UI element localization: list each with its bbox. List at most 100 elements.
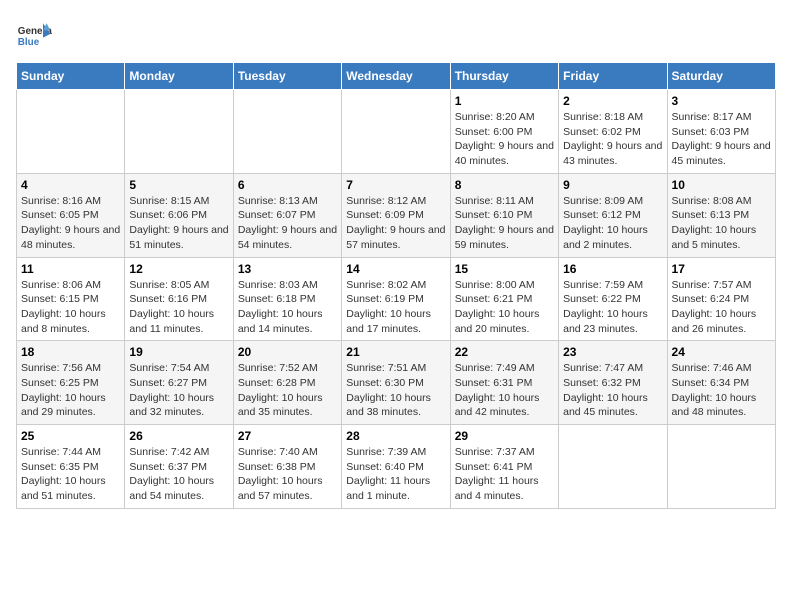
calendar-cell: 25 Sunrise: 7:44 AM Sunset: 6:35 PM Dayli… <box>17 425 125 509</box>
day-info: Sunrise: 7:57 AM Sunset: 6:24 PM Dayligh… <box>672 278 771 337</box>
day-info: Sunrise: 8:05 AM Sunset: 6:16 PM Dayligh… <box>129 278 228 337</box>
day-number: 19 <box>129 345 228 359</box>
calendar-cell: 18 Sunrise: 7:56 AM Sunset: 6:25 PM Dayli… <box>17 341 125 425</box>
day-of-week-wednesday: Wednesday <box>342 63 450 90</box>
day-info: Sunrise: 7:59 AM Sunset: 6:22 PM Dayligh… <box>563 278 662 337</box>
day-info: Sunrise: 8:09 AM Sunset: 6:12 PM Dayligh… <box>563 194 662 253</box>
day-number: 20 <box>238 345 337 359</box>
calendar-cell: 16 Sunrise: 7:59 AM Sunset: 6:22 PM Dayli… <box>559 257 667 341</box>
day-number: 16 <box>563 262 662 276</box>
day-number: 28 <box>346 429 445 443</box>
calendar-cell: 7Sunrise: 8:12 AM Sunset: 6:09 PM Daylig… <box>342 173 450 257</box>
calendar-cell: 26 Sunrise: 7:42 AM Sunset: 6:37 PM Dayli… <box>125 425 233 509</box>
day-number: 18 <box>21 345 120 359</box>
calendar-cell <box>17 90 125 174</box>
calendar-cell: 12 Sunrise: 8:05 AM Sunset: 6:16 PM Dayli… <box>125 257 233 341</box>
day-number: 22 <box>455 345 554 359</box>
day-info: Sunrise: 8:17 AM Sunset: 6:03 PM Dayligh… <box>672 110 771 169</box>
day-info: Sunrise: 8:08 AM Sunset: 6:13 PM Dayligh… <box>672 194 771 253</box>
day-info: Sunrise: 7:39 AM Sunset: 6:40 PM Dayligh… <box>346 445 445 504</box>
calendar-cell: 1 Sunrise: 8:20 AM Sunset: 6:00 PM Daylig… <box>450 90 558 174</box>
calendar-cell: 20 Sunrise: 7:52 AM Sunset: 6:28 PM Dayli… <box>233 341 341 425</box>
day-info: Sunrise: 7:37 AM Sunset: 6:41 PM Dayligh… <box>455 445 554 504</box>
calendar-cell: 17 Sunrise: 7:57 AM Sunset: 6:24 PM Dayli… <box>667 257 775 341</box>
day-number: 2 <box>563 94 662 108</box>
calendar-cell <box>233 90 341 174</box>
calendar-cell <box>559 425 667 509</box>
day-info: Sunrise: 7:49 AM Sunset: 6:31 PM Dayligh… <box>455 361 554 420</box>
day-of-week-sunday: Sunday <box>17 63 125 90</box>
calendar-table: SundayMondayTuesdayWednesdayThursdayFrid… <box>16 62 776 509</box>
calendar-header-row: SundayMondayTuesdayWednesdayThursdayFrid… <box>17 63 776 90</box>
day-number: 15 <box>455 262 554 276</box>
day-info: Sunrise: 8:02 AM Sunset: 6:19 PM Dayligh… <box>346 278 445 337</box>
calendar-cell: 24Sunrise: 7:46 AM Sunset: 6:34 PM Dayli… <box>667 341 775 425</box>
day-number: 10 <box>672 178 771 192</box>
day-number: 7 <box>346 178 445 192</box>
day-of-week-tuesday: Tuesday <box>233 63 341 90</box>
calendar-cell: 11 Sunrise: 8:06 AM Sunset: 6:15 PM Dayli… <box>17 257 125 341</box>
calendar-week-row: 18 Sunrise: 7:56 AM Sunset: 6:25 PM Dayli… <box>17 341 776 425</box>
calendar-cell: 6 Sunrise: 8:13 AM Sunset: 6:07 PM Daylig… <box>233 173 341 257</box>
day-info: Sunrise: 7:54 AM Sunset: 6:27 PM Dayligh… <box>129 361 228 420</box>
page-header: General Blue <box>16 16 776 52</box>
calendar-cell: 2 Sunrise: 8:18 AM Sunset: 6:02 PM Daylig… <box>559 90 667 174</box>
calendar-cell: 13 Sunrise: 8:03 AM Sunset: 6:18 PM Dayli… <box>233 257 341 341</box>
logo-icon: General Blue <box>16 16 52 52</box>
day-number: 6 <box>238 178 337 192</box>
calendar-week-row: 4 Sunrise: 8:16 AM Sunset: 6:05 PM Daylig… <box>17 173 776 257</box>
day-info: Sunrise: 8:18 AM Sunset: 6:02 PM Dayligh… <box>563 110 662 169</box>
day-info: Sunrise: 8:13 AM Sunset: 6:07 PM Dayligh… <box>238 194 337 253</box>
day-of-week-friday: Friday <box>559 63 667 90</box>
day-info: Sunrise: 8:16 AM Sunset: 6:05 PM Dayligh… <box>21 194 120 253</box>
day-number: 3 <box>672 94 771 108</box>
day-number: 24 <box>672 345 771 359</box>
day-info: Sunrise: 8:06 AM Sunset: 6:15 PM Dayligh… <box>21 278 120 337</box>
calendar-cell <box>667 425 775 509</box>
calendar-cell: 28 Sunrise: 7:39 AM Sunset: 6:40 PM Dayli… <box>342 425 450 509</box>
day-info: Sunrise: 7:52 AM Sunset: 6:28 PM Dayligh… <box>238 361 337 420</box>
calendar-cell: 3 Sunrise: 8:17 AM Sunset: 6:03 PM Daylig… <box>667 90 775 174</box>
day-number: 4 <box>21 178 120 192</box>
calendar-cell: 29 Sunrise: 7:37 AM Sunset: 6:41 PM Dayli… <box>450 425 558 509</box>
day-number: 1 <box>455 94 554 108</box>
calendar-cell: 22 Sunrise: 7:49 AM Sunset: 6:31 PM Dayli… <box>450 341 558 425</box>
day-number: 14 <box>346 262 445 276</box>
calendar-cell <box>342 90 450 174</box>
day-info: Sunrise: 7:44 AM Sunset: 6:35 PM Dayligh… <box>21 445 120 504</box>
day-number: 5 <box>129 178 228 192</box>
day-info: Sunrise: 8:20 AM Sunset: 6:00 PM Dayligh… <box>455 110 554 169</box>
calendar-cell: 23 Sunrise: 7:47 AM Sunset: 6:32 PM Dayli… <box>559 341 667 425</box>
day-number: 27 <box>238 429 337 443</box>
day-of-week-saturday: Saturday <box>667 63 775 90</box>
day-info: Sunrise: 8:03 AM Sunset: 6:18 PM Dayligh… <box>238 278 337 337</box>
day-of-week-monday: Monday <box>125 63 233 90</box>
day-number: 17 <box>672 262 771 276</box>
day-number: 25 <box>21 429 120 443</box>
calendar-cell: 21 Sunrise: 7:51 AM Sunset: 6:30 PM Dayli… <box>342 341 450 425</box>
calendar-cell: 14 Sunrise: 8:02 AM Sunset: 6:19 PM Dayli… <box>342 257 450 341</box>
day-number: 23 <box>563 345 662 359</box>
calendar-cell: 4 Sunrise: 8:16 AM Sunset: 6:05 PM Daylig… <box>17 173 125 257</box>
day-number: 13 <box>238 262 337 276</box>
calendar-cell <box>125 90 233 174</box>
day-number: 21 <box>346 345 445 359</box>
day-number: 11 <box>21 262 120 276</box>
day-info: Sunrise: 7:47 AM Sunset: 6:32 PM Dayligh… <box>563 361 662 420</box>
calendar-cell: 10 Sunrise: 8:08 AM Sunset: 6:13 PM Dayli… <box>667 173 775 257</box>
svg-text:Blue: Blue <box>18 37 40 48</box>
day-info: Sunrise: 7:40 AM Sunset: 6:38 PM Dayligh… <box>238 445 337 504</box>
calendar-cell: 15 Sunrise: 8:00 AM Sunset: 6:21 PM Dayli… <box>450 257 558 341</box>
day-number: 29 <box>455 429 554 443</box>
calendar-cell: 27 Sunrise: 7:40 AM Sunset: 6:38 PM Dayli… <box>233 425 341 509</box>
day-info: Sunrise: 7:56 AM Sunset: 6:25 PM Dayligh… <box>21 361 120 420</box>
day-number: 12 <box>129 262 228 276</box>
day-info: Sunrise: 7:42 AM Sunset: 6:37 PM Dayligh… <box>129 445 228 504</box>
day-of-week-thursday: Thursday <box>450 63 558 90</box>
calendar-cell: 5Sunrise: 8:15 AM Sunset: 6:06 PM Daylig… <box>125 173 233 257</box>
day-info: Sunrise: 7:51 AM Sunset: 6:30 PM Dayligh… <box>346 361 445 420</box>
day-number: 9 <box>563 178 662 192</box>
calendar-week-row: 11 Sunrise: 8:06 AM Sunset: 6:15 PM Dayli… <box>17 257 776 341</box>
day-info: Sunrise: 8:00 AM Sunset: 6:21 PM Dayligh… <box>455 278 554 337</box>
day-number: 26 <box>129 429 228 443</box>
